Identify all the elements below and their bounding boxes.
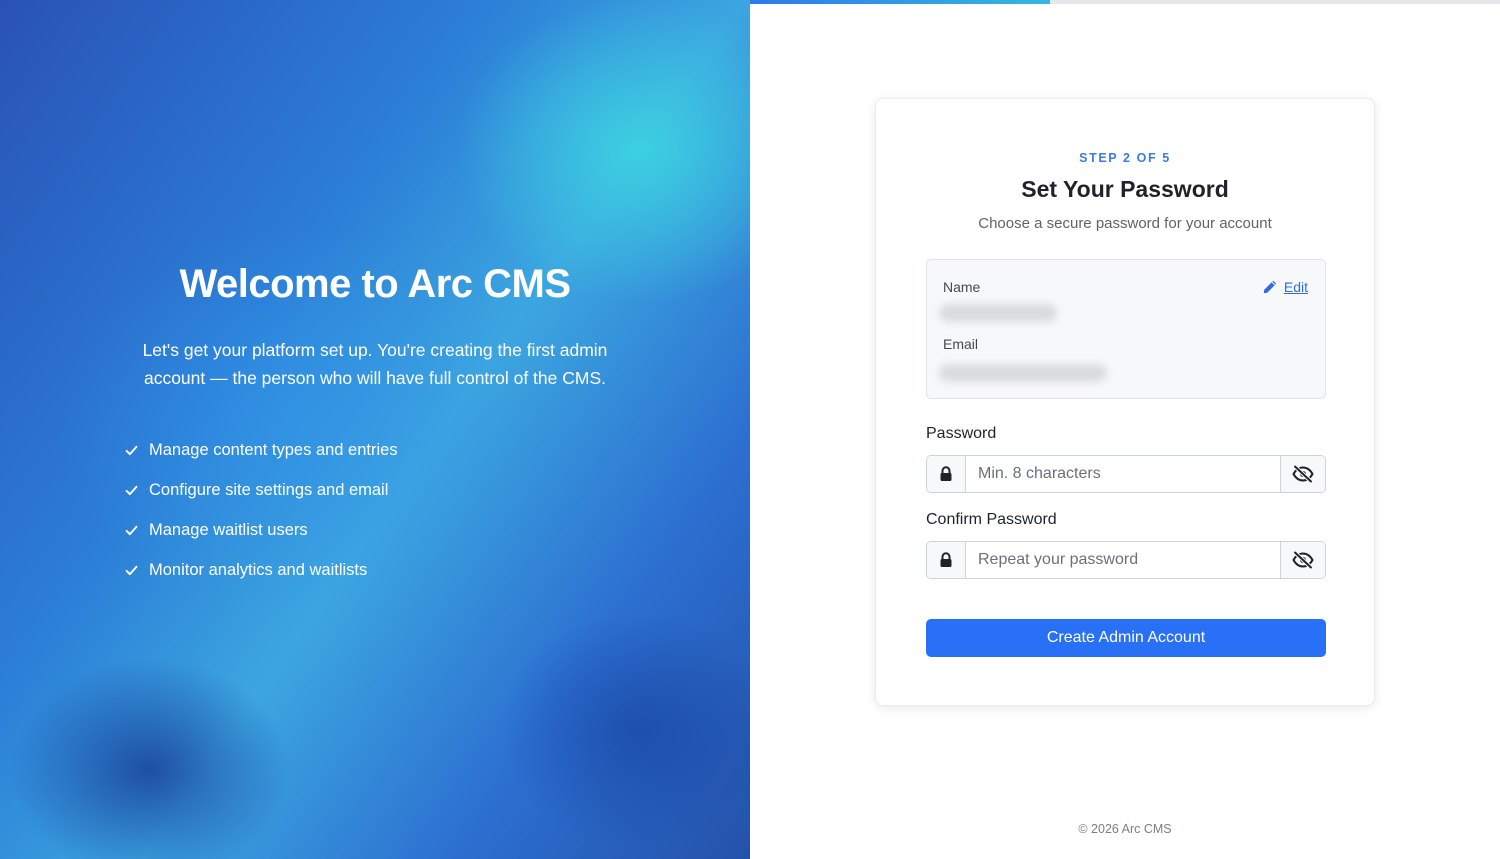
feature-list: Manage content types and entries Configu… (125, 430, 398, 590)
feature-item: Monitor analytics and waitlists (125, 550, 398, 590)
feature-label: Configure site settings and email (149, 480, 389, 499)
hero-title: Welcome to Arc CMS (179, 262, 571, 306)
feature-label: Manage content types and entries (149, 440, 398, 459)
feature-label: Manage waitlist users (149, 520, 308, 539)
confirm-password-label: Confirm Password (926, 511, 1057, 528)
step-indicator: STEP 2 OF 5 (1079, 151, 1171, 165)
password-visibility-toggle[interactable] (1280, 456, 1325, 492)
lock-icon (940, 552, 952, 567)
hero-subtitle: Let's get your platform set up. You're c… (142, 340, 608, 388)
feature-item: Configure site settings and email (125, 470, 398, 510)
hero-panel: Welcome to Arc CMS Let's get your platfo… (0, 0, 750, 859)
password-input[interactable] (966, 456, 1280, 492)
create-admin-account-button[interactable]: Create Admin Account (926, 619, 1326, 657)
confirm-password-visibility-toggle[interactable] (1280, 542, 1325, 578)
feature-item: Manage content types and entries (125, 430, 398, 470)
check-icon (125, 525, 138, 535)
confirm-password-field-group (926, 541, 1326, 579)
confirm-password-input[interactable] (966, 542, 1280, 578)
password-addon (927, 456, 966, 492)
account-summary: Name Email Edit (926, 259, 1326, 399)
edit-label: Edit (1283, 279, 1308, 295)
lock-icon (940, 466, 952, 481)
setup-progress-fill (750, 0, 1050, 4)
name-label: Name (943, 279, 981, 295)
email-value-redacted (939, 364, 1107, 382)
check-icon (125, 565, 138, 575)
check-icon (125, 485, 138, 495)
card-title: Set Your Password (1021, 176, 1229, 202)
feature-item: Manage waitlist users (125, 510, 398, 550)
confirm-password-addon (927, 542, 966, 578)
email-label: Email (943, 336, 979, 352)
check-icon (125, 445, 138, 455)
footer-copyright: © 2026 Arc CMS (1078, 822, 1172, 836)
card-subtitle: Choose a secure password for your accoun… (978, 215, 1272, 232)
eye-off-icon (1292, 465, 1314, 483)
name-value-redacted (939, 304, 1057, 322)
setup-progress-bar (750, 0, 1500, 4)
pencil-icon (1263, 280, 1277, 294)
eye-off-icon (1292, 551, 1314, 569)
password-label: Password (926, 425, 997, 442)
password-field-group (926, 455, 1326, 493)
setup-card: STEP 2 OF 5 Set Your Password Choose a s… (875, 98, 1375, 706)
feature-label: Monitor analytics and waitlists (149, 560, 368, 579)
edit-account-link[interactable]: Edit (1262, 279, 1308, 295)
